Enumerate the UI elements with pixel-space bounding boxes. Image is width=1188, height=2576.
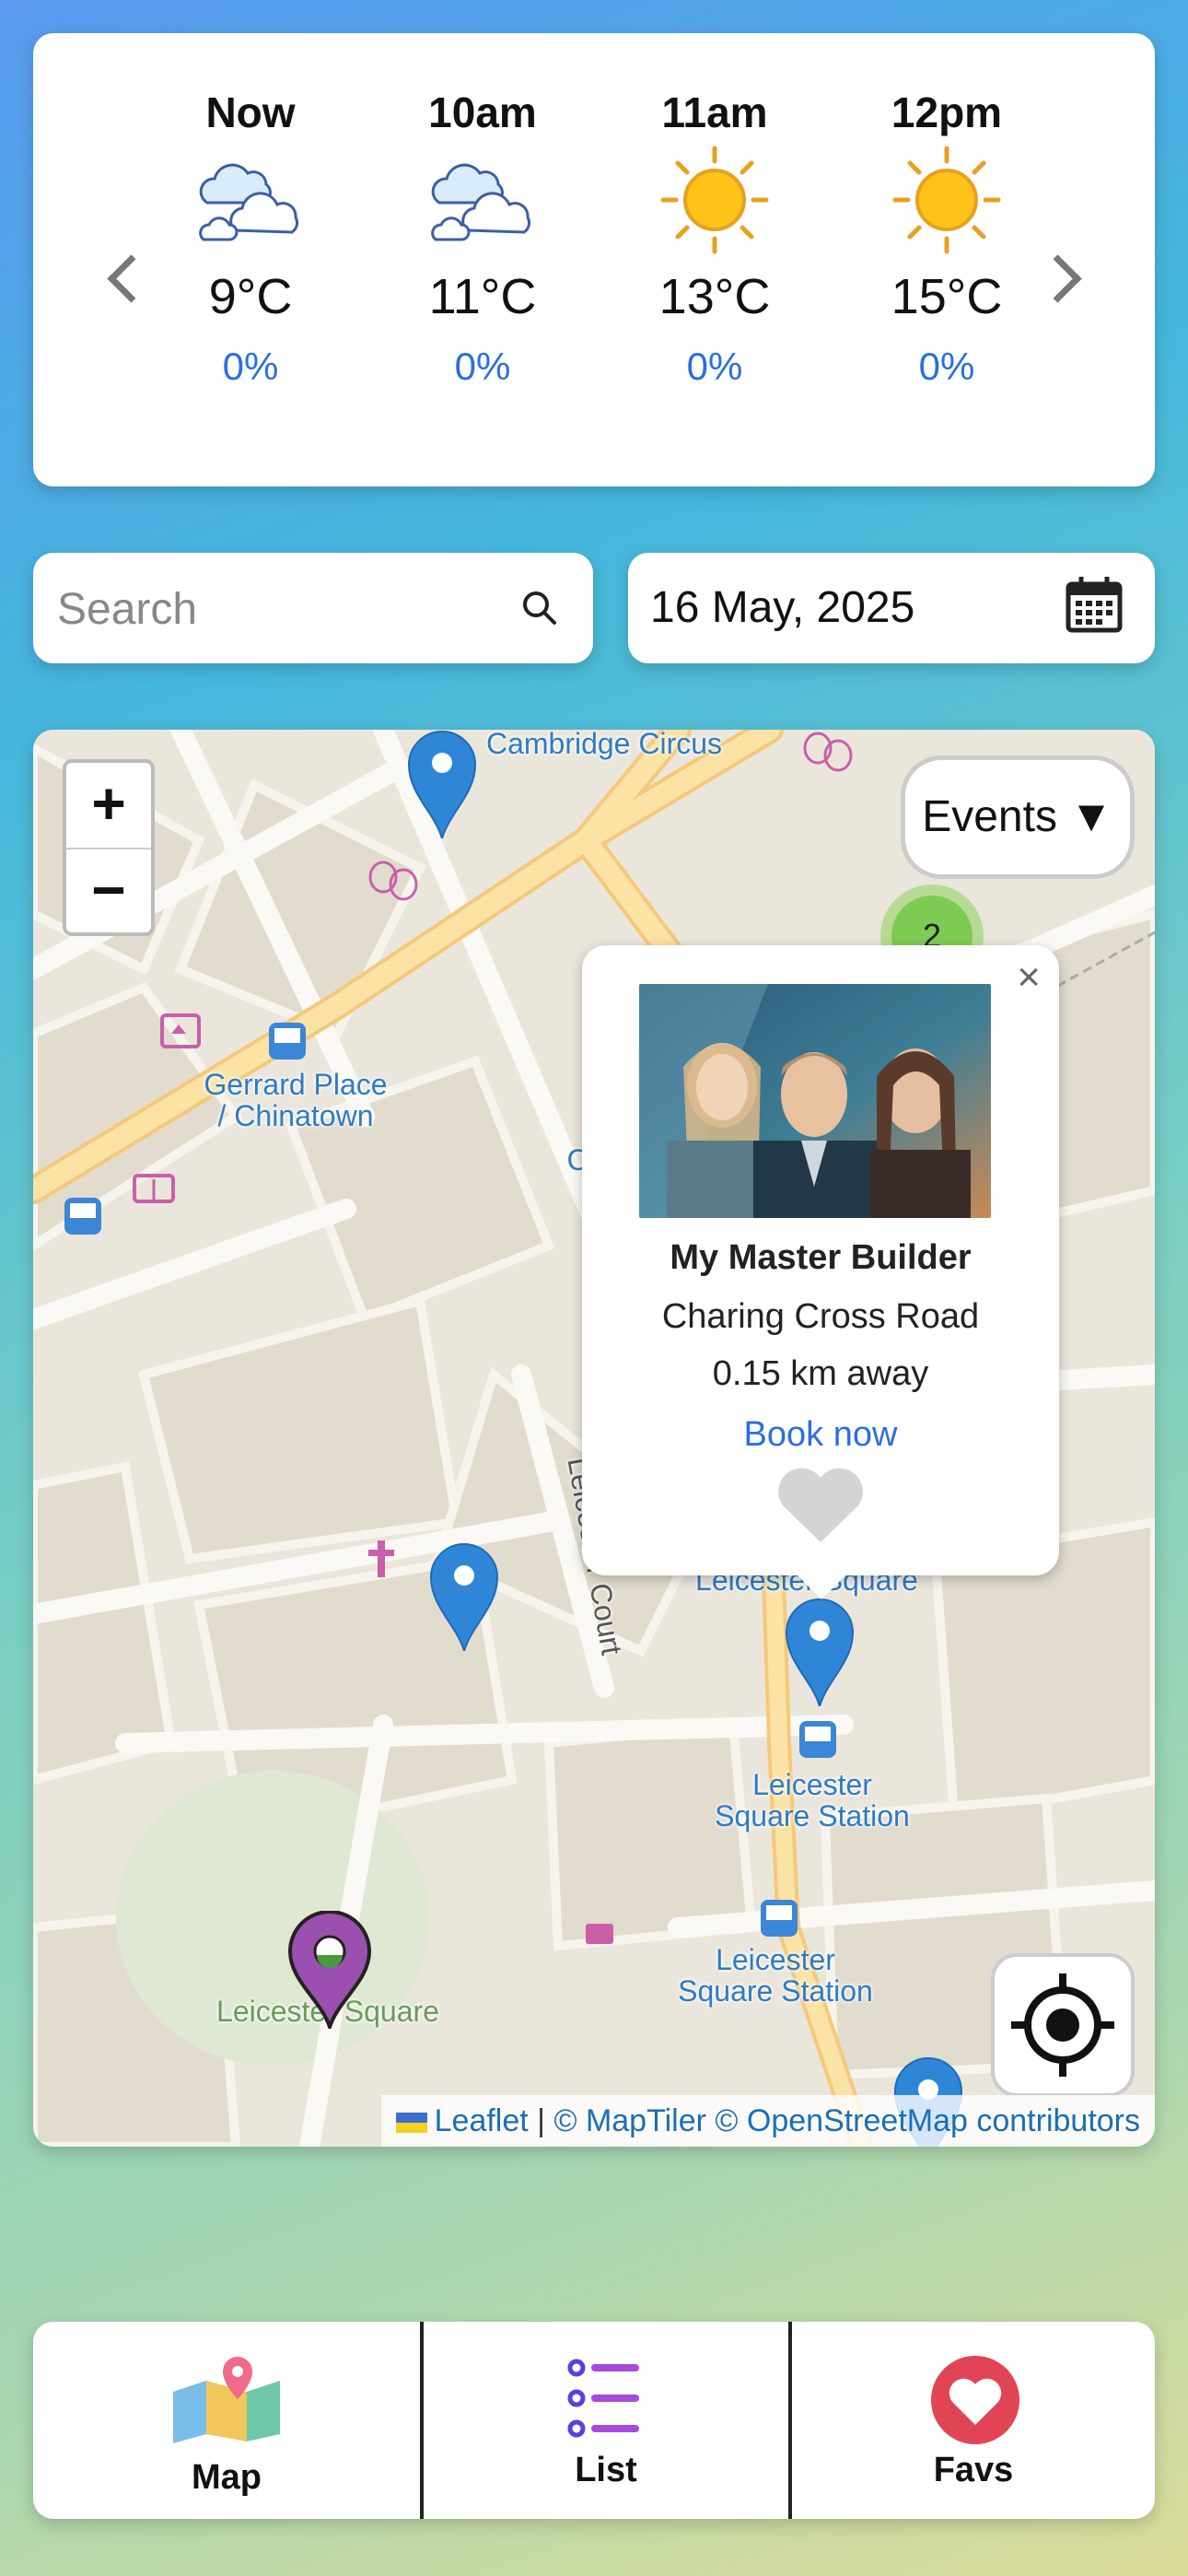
weather-hour: 12pm 15°C 0% [845,85,1048,389]
partly-cloudy-icon [381,140,584,260]
user-location-pin[interactable] [287,1911,372,2029]
date-picker[interactable]: 16 May, 2025 [628,553,1155,663]
attribution-separator: | [528,2103,554,2138]
weather-time: 10am [428,88,537,136]
calendar-icon[interactable] [1065,575,1124,634]
weather-rain-chance: 0% [918,345,975,388]
nav-list[interactable]: List [420,2322,788,2519]
bottom-nav: Map List Favs [33,2322,1155,2519]
search-box [33,553,593,665]
zoom-control: + − [63,759,155,936]
map-attribution: Leaflet | © MapTiler © OpenStreetMap con… [380,2095,1155,2147]
nav-map[interactable]: Map [33,2322,420,2519]
sun-icon [845,140,1048,260]
nav-list-label: List [575,2451,637,2489]
weather-hour: Now 9°C 0% [149,85,352,389]
heart-icon[interactable] [775,1465,866,1544]
weather-temp: 13°C [658,269,771,324]
weather-rain-chance: 0% [686,345,743,388]
map-view[interactable]: Cambridge Circus Gerrard Place / Chinato… [33,730,1155,2147]
weather-hour: 10am 11°C 0% [381,85,584,389]
event-venue: Charing Cross Road [661,1297,980,1336]
nav-favs[interactable]: Favs [788,2322,1155,2519]
list-icon [567,2359,639,2438]
ukraine-flag-icon [395,2113,427,2134]
map-label: Leicester Square Station [678,1943,873,2008]
weather-time: 12pm [891,88,1003,136]
zoom-in-button[interactable]: + [66,763,151,848]
event-marker-pin[interactable] [407,730,477,838]
map-label: Leicester Square Station [715,1768,910,1832]
map-label: Gerrard Place / Chinatown [204,1068,388,1132]
event-marker-pin[interactable] [429,1542,499,1651]
weather-time: Now [205,88,296,136]
hourly-weather-card: Now 9°C 0% 10am 11°C 0% 11am 13°C 0% 12p… [33,33,1155,486]
partly-cloudy-icon [149,140,352,260]
weather-temp: 15°C [891,269,1003,324]
chevron-left-icon[interactable] [107,254,156,303]
weather-hour: 11am 13°C 0% [613,85,816,389]
map-icon [173,2357,280,2443]
event-title: My Master Builder [670,1238,972,1277]
map-label: Cambridge Circus [485,730,723,760]
leaflet-link[interactable]: Leaflet [435,2103,529,2138]
book-now-link[interactable]: Book now [582,1415,1059,1455]
locate-me-button[interactable] [991,1953,1135,2097]
search-icon[interactable] [519,588,560,628]
sun-icon [613,140,816,260]
event-poster-image[interactable] [639,984,991,1218]
nav-map-label: Map [192,2458,262,2497]
weather-temp: 9°C [208,269,293,324]
weather-rain-chance: 0% [222,345,279,388]
search-input[interactable] [55,553,501,665]
osm-link[interactable]: © OpenStreetMap contributors [715,2103,1140,2138]
zoom-out-button[interactable]: − [66,848,151,934]
maptiler-link[interactable]: © MapTiler [553,2103,705,2138]
heart-icon [931,2356,1019,2444]
weather-rain-chance: 0% [454,345,511,388]
nav-favs-label: Favs [933,2451,1014,2489]
crosshair-icon [1011,1973,1114,2077]
event-popup: × My Master Builder Charing Cross Road 0… [582,945,1059,1599]
close-icon[interactable]: × [1017,954,1041,1001]
event-distance: 0.15 km away [712,1354,929,1393]
weather-temp: 11°C [428,269,537,324]
weather-time: 11am [661,88,768,136]
event-marker-pin[interactable] [785,1598,855,1706]
events-filter-dropdown[interactable]: Events ▼ [901,755,1135,879]
date-value: 16 May, 2025 [650,583,915,632]
